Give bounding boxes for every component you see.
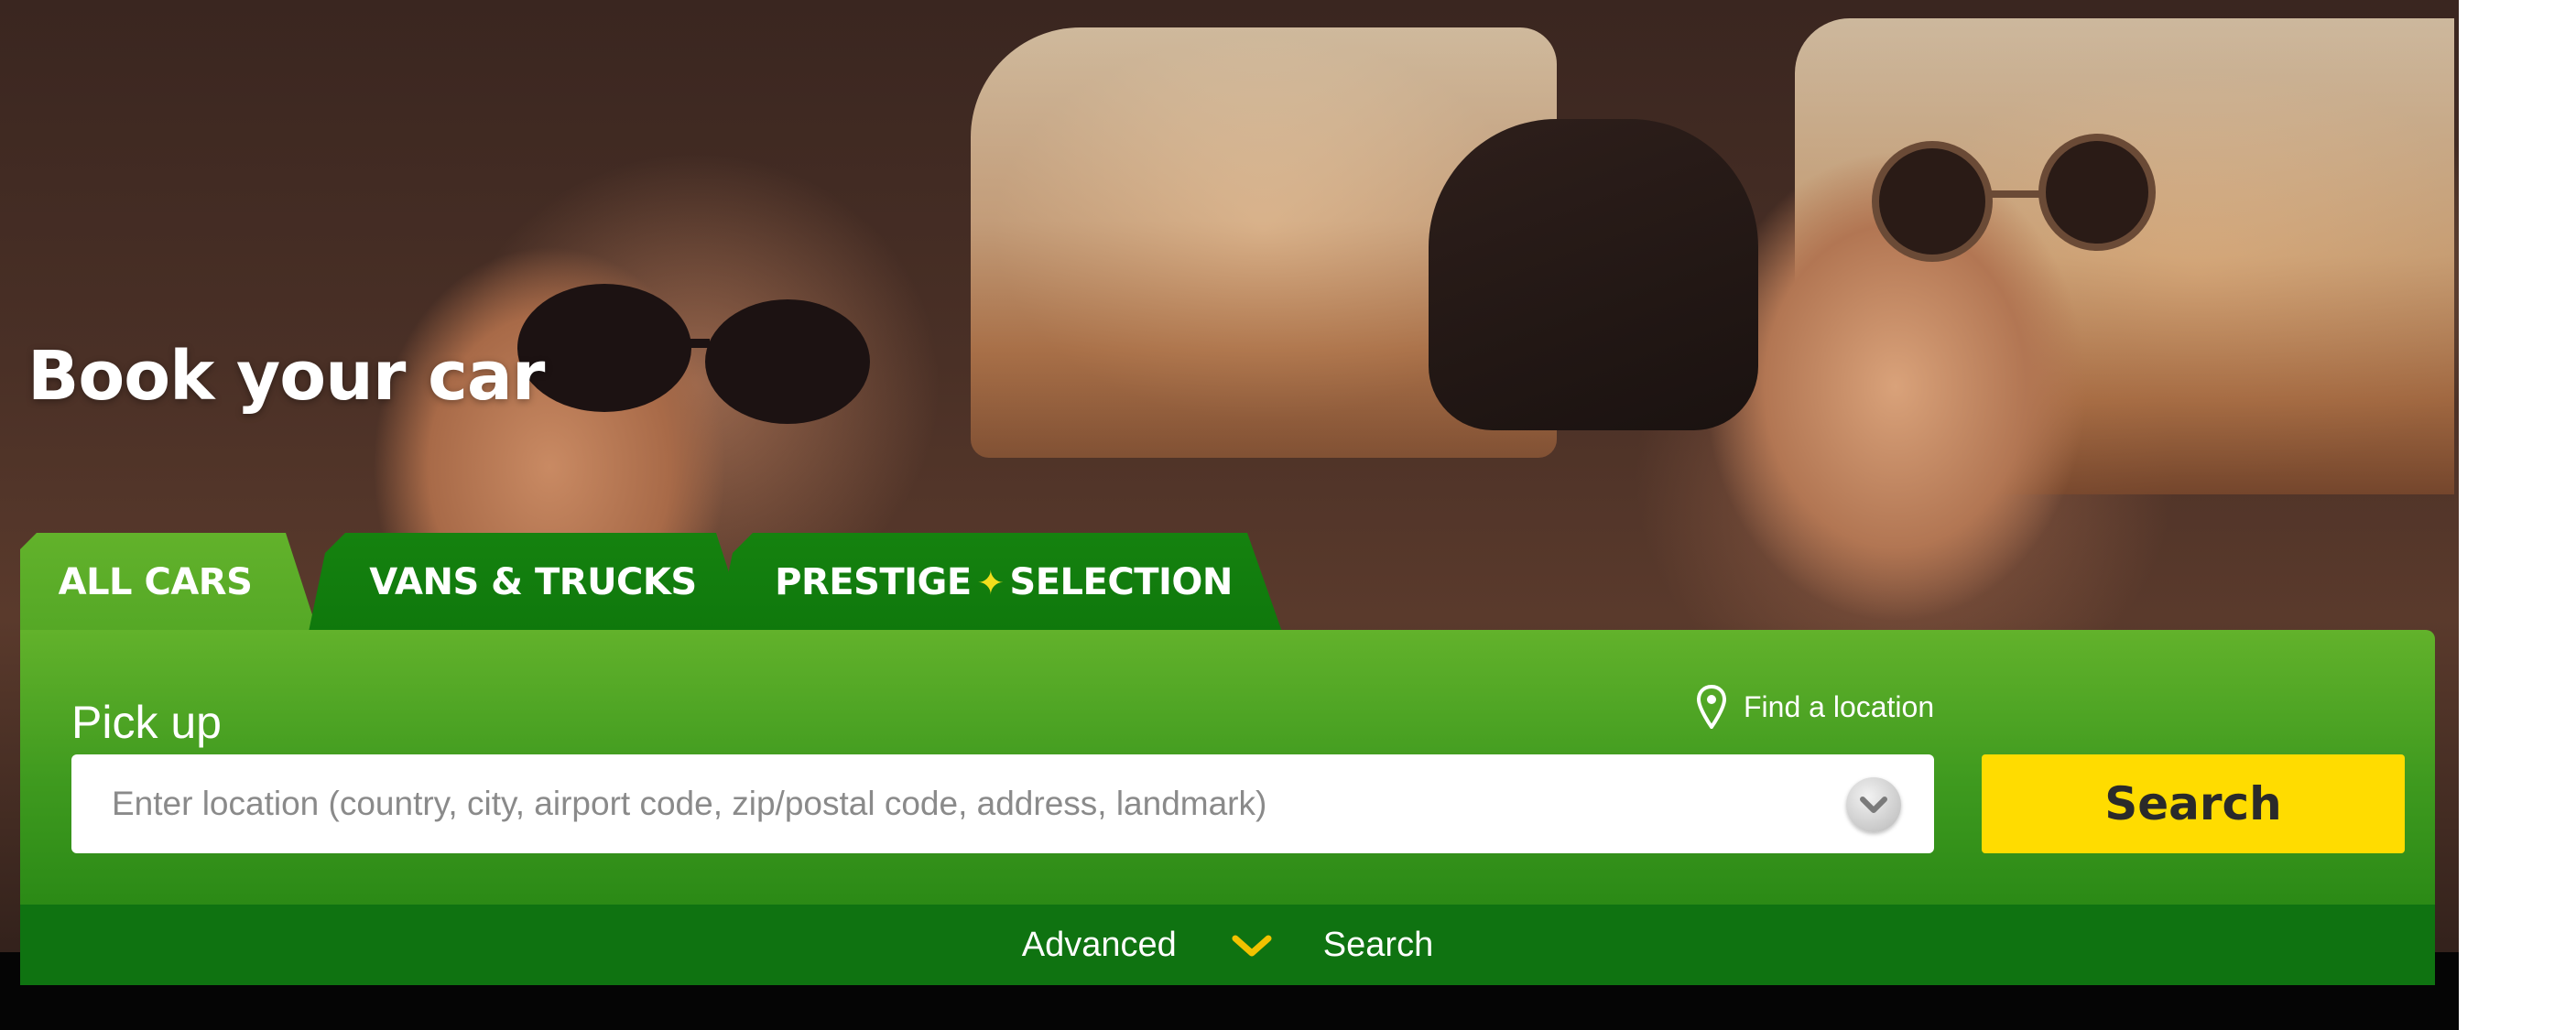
search-button[interactable]: Search (1982, 754, 2405, 853)
tab-prestige-selection[interactable]: PRESTIGE ✦ SELECTION (716, 533, 1282, 632)
location-dropdown-button[interactable] (1846, 777, 1901, 832)
find-location-link[interactable]: Find a location (1696, 685, 1934, 729)
tab-prestige-label-part1: PRESTIGE (775, 561, 972, 603)
chevron-down-icon (1232, 935, 1272, 957)
advanced-label: Advanced (1021, 925, 1177, 964)
advanced-search-toggle[interactable]: Advanced Search (20, 905, 2435, 985)
tab-all-cars-label: ALL CARS (58, 561, 253, 603)
advanced-search-label: Search (1322, 925, 1434, 964)
search-panel: Pick up Find a location Search (20, 630, 2435, 905)
sunglasses-left (517, 284, 870, 424)
tab-vans-trucks[interactable]: VANS & TRUCKS (309, 533, 748, 632)
map-pin-icon (1696, 685, 1727, 729)
pickup-location-input[interactable] (71, 754, 1866, 853)
tab-vans-trucks-label: VANS & TRUCKS (369, 561, 697, 603)
find-location-label: Find a location (1744, 689, 1935, 723)
tab-prestige-label-part2: SELECTION (1009, 561, 1233, 603)
tab-all-cars[interactable]: ALL CARS (20, 533, 318, 632)
location-field (71, 754, 1934, 853)
chevron-down-icon (1860, 797, 1887, 813)
page-title: Book your car (27, 337, 545, 416)
star-icon: ✦ (976, 565, 1005, 602)
pickup-label: Pick up (71, 697, 222, 748)
car-headrest (1429, 119, 1758, 430)
tab-prestige-label: PRESTIGE ✦ SELECTION (766, 561, 1233, 603)
sunglasses-right (1872, 134, 2156, 262)
